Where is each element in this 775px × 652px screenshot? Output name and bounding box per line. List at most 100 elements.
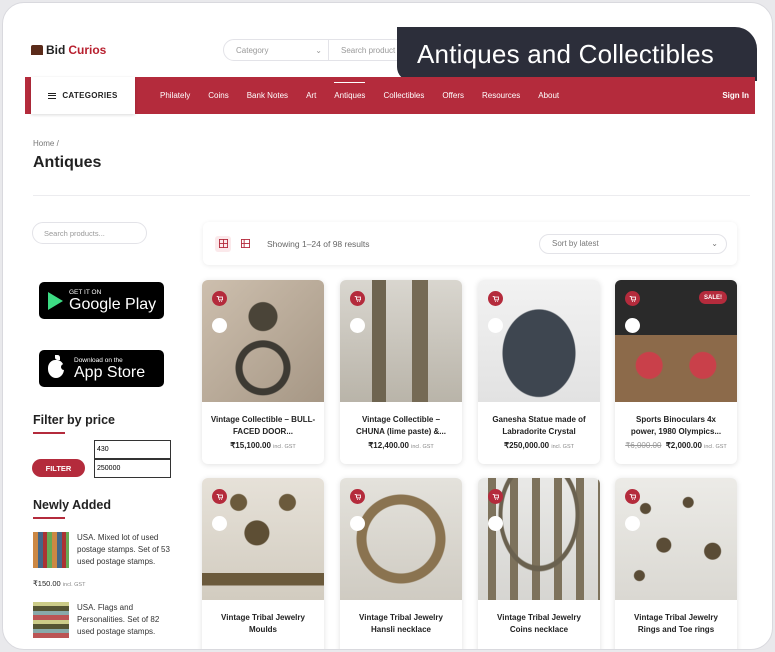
result-count: Showing 1–24 of 98 results (267, 238, 370, 249)
nav-item-coins[interactable]: Coins (199, 91, 237, 100)
nav-item-collectibles[interactable]: Collectibles (374, 91, 433, 100)
add-to-cart-button[interactable] (212, 291, 227, 306)
filter-by-price-heading: Filter by price (33, 413, 115, 427)
price-value: ₹15,100.00 (230, 441, 271, 450)
add-to-cart-button[interactable] (625, 291, 640, 306)
breadcrumb-home[interactable]: Home (33, 139, 54, 148)
sidebar-search-input[interactable]: Search products... (32, 222, 147, 244)
product-card[interactable]: SALE! Sports Binoculars 4x power, 1980 O… (615, 280, 737, 464)
breadcrumb-separator: / (56, 139, 59, 148)
section-banner: Antiques and Collectibles (397, 27, 757, 81)
nav-item-antiques[interactable]: Antiques (325, 82, 374, 100)
divider (33, 195, 750, 196)
heading-underline (33, 432, 65, 434)
list-view-button[interactable] (237, 236, 253, 252)
product-title[interactable]: Vintage Tribal Jewelry Rings and Toe rin… (623, 612, 729, 636)
newly-item-price-value: ₹150.00 (33, 579, 61, 588)
cart-icon (216, 493, 223, 500)
product-card[interactable]: Ganesha Statue made of Labradorite Cryst… (478, 280, 600, 464)
product-price: ₹15,100.00 incl. GST (202, 441, 324, 450)
search-input[interactable]: Search product (329, 46, 395, 55)
max-price-input[interactable] (94, 459, 171, 478)
product-thumbnail[interactable] (33, 532, 69, 568)
add-to-cart-button[interactable] (350, 489, 365, 504)
newly-item-title[interactable]: USA. Flags and Personalities. Set of 82 … (77, 602, 173, 638)
wishlist-button[interactable] (212, 516, 227, 531)
nav-item-resources[interactable]: Resources (473, 91, 529, 100)
product-card[interactable]: Vintage Collectible – BULL-FACED DOOR...… (202, 280, 324, 464)
price-value: ₹250,000.00 (504, 441, 550, 450)
grid-view-button[interactable] (215, 235, 231, 252)
product-card[interactable]: Vintage Tribal Jewelry Coins necklace (478, 478, 600, 649)
price-value: ₹2,000.00 (665, 441, 702, 450)
newly-item-price: ₹150.00 incl. GST (33, 579, 85, 588)
category-select[interactable]: Category ⌄ (224, 40, 329, 60)
price-gst: incl. GST (411, 444, 434, 450)
apple-icon (48, 354, 67, 378)
wishlist-button[interactable] (488, 318, 503, 333)
price-gst: incl. GST (273, 444, 296, 450)
price-value: ₹12,400.00 (368, 441, 409, 450)
logo-icon (31, 45, 43, 55)
nav-item-philately[interactable]: Philately (151, 91, 199, 100)
product-title[interactable]: Vintage Tribal Jewelry Moulds (210, 612, 316, 636)
product-thumbnail[interactable] (33, 602, 69, 638)
categories-button[interactable]: CATEGORIES (31, 77, 135, 114)
wishlist-button[interactable] (625, 318, 640, 333)
app-store-line2: App Store (74, 363, 146, 381)
sort-select[interactable]: Sort by latest ⌄ (539, 233, 727, 254)
cart-icon (492, 493, 499, 500)
nav-links: Philately Coins Bank Notes Art Antiques … (151, 82, 568, 100)
logo-text-main: Bid (46, 43, 66, 57)
product-card[interactable]: Vintage Tribal Jewelry Hansli necklace (340, 478, 462, 649)
site-logo[interactable]: Bid Curios (31, 43, 106, 57)
filter-button[interactable]: FILTER (32, 459, 85, 477)
add-to-cart-button[interactable] (350, 291, 365, 306)
heading-underline (33, 517, 65, 519)
wishlist-button[interactable] (212, 318, 227, 333)
newly-item-title[interactable]: USA. Mixed lot of used postage stamps. S… (77, 532, 173, 568)
sign-in-link[interactable]: Sign In (722, 91, 749, 100)
nav-item-bank-notes[interactable]: Bank Notes (238, 91, 297, 100)
old-price: ₹6,000.00 (625, 441, 662, 450)
add-to-cart-button[interactable] (488, 489, 503, 504)
product-title[interactable]: Vintage Tribal Jewelry Coins necklace (486, 612, 592, 636)
product-title[interactable]: Sports Binoculars 4x power, 1980 Olympic… (623, 414, 729, 438)
wishlist-button[interactable] (488, 516, 503, 531)
nav-item-offers[interactable]: Offers (433, 91, 473, 100)
cart-icon (354, 493, 361, 500)
product-title[interactable]: Ganesha Statue made of Labradorite Cryst… (486, 414, 592, 438)
nav-item-about[interactable]: About (529, 91, 568, 100)
product-card[interactable]: Vintage Tribal Jewelry Moulds (202, 478, 324, 649)
wishlist-button[interactable] (625, 516, 640, 531)
app-store-badge[interactable]: Download on the App Store (39, 350, 164, 387)
product-title[interactable]: Vintage Collectible – CHUNA (lime paste)… (348, 414, 454, 438)
newly-item-gst: incl. GST (62, 582, 86, 588)
add-to-cart-button[interactable] (488, 291, 503, 306)
sale-badge: SALE! (699, 291, 727, 304)
wishlist-button[interactable] (350, 516, 365, 531)
product-title[interactable]: Vintage Collectible – BULL-FACED DOOR... (210, 414, 316, 438)
wishlist-button[interactable] (350, 318, 365, 333)
grid-view-icon (218, 239, 228, 248)
product-price: ₹12,400.00 incl. GST (340, 441, 462, 450)
category-select-label: Category (236, 45, 269, 55)
cart-icon (629, 493, 636, 500)
header-search: Category ⌄ Search product (223, 39, 423, 61)
google-play-line2: Google Play (69, 295, 157, 313)
main-nav: CATEGORIES Philately Coins Bank Notes Ar… (25, 77, 755, 114)
logo-text-accent: Curios (68, 43, 107, 57)
product-card[interactable]: Vintage Tribal Jewelry Rings and Toe rin… (615, 478, 737, 649)
cart-icon (629, 295, 636, 302)
newly-added-heading: Newly Added (33, 498, 112, 512)
product-card[interactable]: Vintage Collectible – CHUNA (lime paste)… (340, 280, 462, 464)
nav-item-art[interactable]: Art (297, 91, 325, 100)
google-play-line1: GET IT ON (69, 288, 102, 296)
breadcrumb: Home / (33, 139, 59, 148)
min-price-input[interactable] (94, 440, 171, 459)
price-gst: incl. GST (704, 444, 727, 450)
product-title[interactable]: Vintage Tribal Jewelry Hansli necklace (348, 612, 454, 636)
add-to-cart-button[interactable] (625, 489, 640, 504)
google-play-badge[interactable]: GET IT ON Google Play (39, 282, 164, 319)
add-to-cart-button[interactable] (212, 489, 227, 504)
